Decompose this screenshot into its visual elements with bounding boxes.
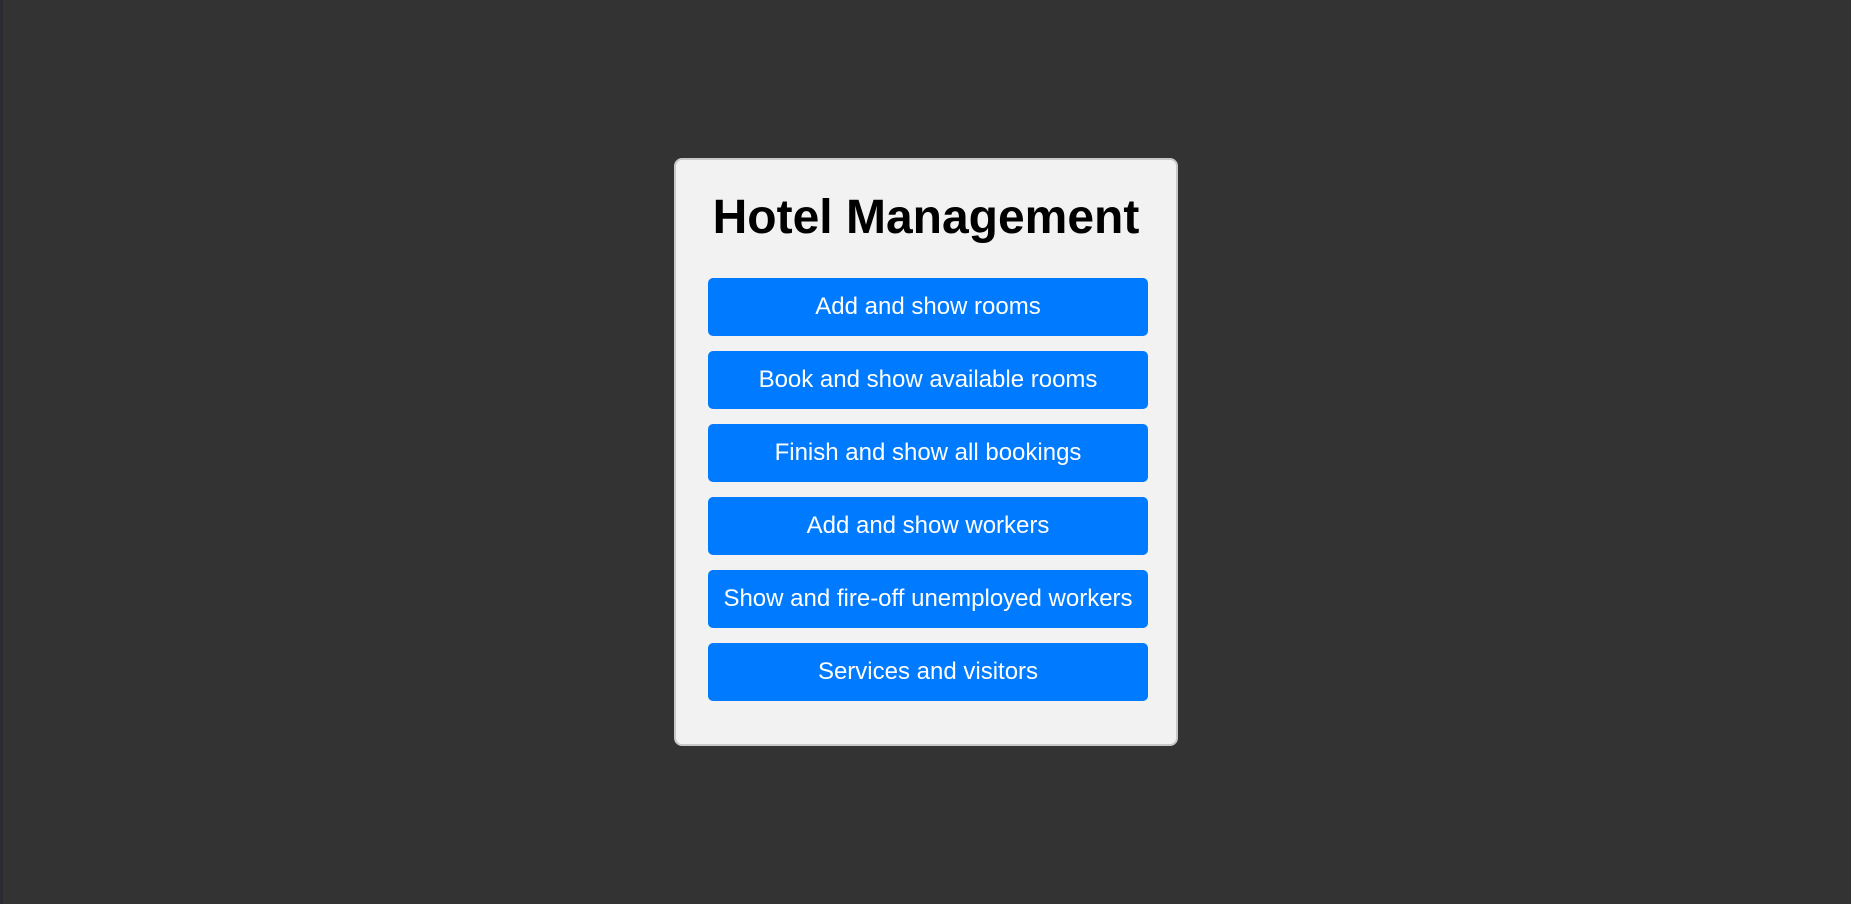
show-fire-off-workers-button[interactable]: Show and fire-off unemployed workers: [708, 570, 1148, 628]
add-show-workers-button[interactable]: Add and show workers: [708, 497, 1148, 555]
menu-button-list: Add and show rooms Book and show availab…: [708, 278, 1148, 716]
book-show-available-rooms-button[interactable]: Book and show available rooms: [708, 351, 1148, 409]
finish-show-bookings-button[interactable]: Finish and show all bookings: [708, 424, 1148, 482]
hotel-management-panel: Hotel Management Add and show rooms Book…: [674, 158, 1178, 746]
window-left-edge: [0, 0, 3, 904]
page-title: Hotel Management: [712, 191, 1140, 244]
add-show-rooms-button[interactable]: Add and show rooms: [708, 278, 1148, 336]
services-visitors-button[interactable]: Services and visitors: [708, 643, 1148, 701]
